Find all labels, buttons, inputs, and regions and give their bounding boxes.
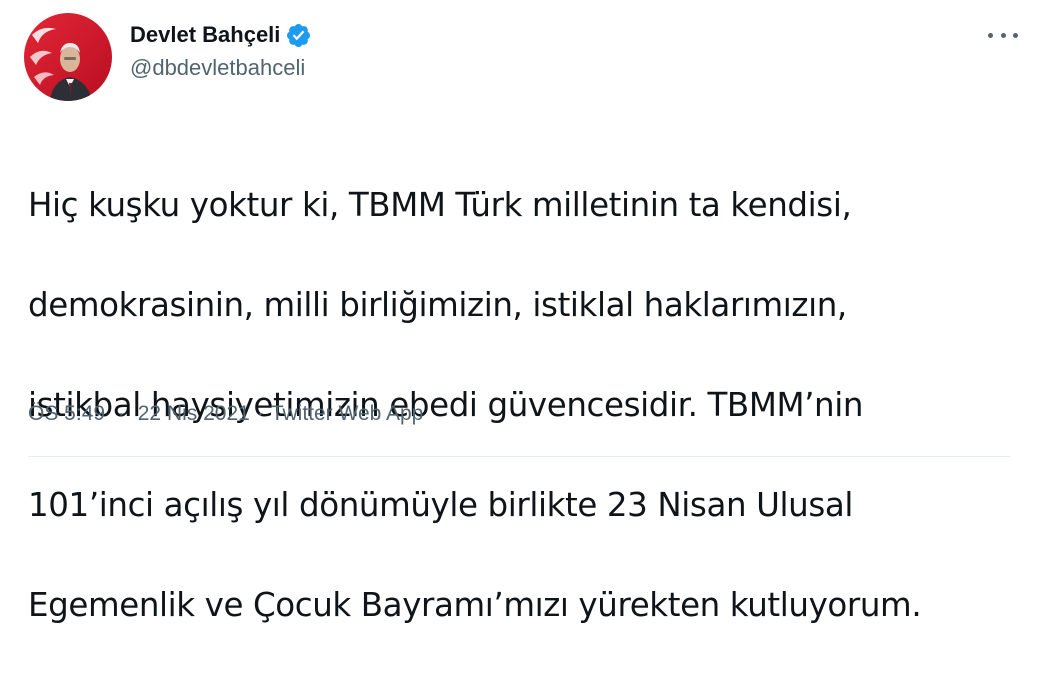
- avatar[interactable]: [24, 13, 112, 101]
- dot: [1000, 32, 1006, 38]
- tweet-text-line: 101’inci açılış yıl dönümüyle birlikte 2…: [28, 486, 854, 524]
- meta-separator: ·: [256, 402, 264, 425]
- display-name[interactable]: Devlet Bahçeli: [130, 22, 280, 48]
- avatar-image: [24, 13, 112, 101]
- divider: [28, 456, 1010, 457]
- dot: [1013, 32, 1018, 38]
- verified-badge-icon: [285, 22, 312, 49]
- tweet-time-link[interactable]: ÖS 5:49 · 22 Nis 2021: [28, 402, 250, 426]
- tweet-time: ÖS 5:49: [28, 402, 106, 425]
- more-options-icon[interactable]: [986, 24, 1020, 46]
- tweet-text-line: Egemenlik ve Çocuk Bayramı’mızı yürekten…: [28, 586, 922, 624]
- tweet-card: Devlet Bahçeli @dbdevletbahceli Hiç kuşk…: [0, 0, 1038, 624]
- tweet-source-link[interactable]: Twitter Web App: [271, 402, 424, 426]
- dot: [988, 32, 993, 38]
- name-row: Devlet Bahçeli: [130, 20, 312, 50]
- tweet-date: 22 Nis 2021: [137, 402, 250, 425]
- tweet-text-line: demokrasinin, milli birliğimizin, istikl…: [28, 286, 847, 324]
- author-block: Devlet Bahçeli @dbdevletbahceli: [130, 20, 312, 81]
- tweet-meta: ÖS 5:49 · 22 Nis 2021 · Twitter Web App: [28, 402, 423, 426]
- tweet-text-line: Hiç kuşku yoktur ki, TBMM Türk milletini…: [28, 186, 852, 224]
- meta-separator: ·: [117, 402, 125, 425]
- user-handle[interactable]: @dbdevletbahceli: [130, 55, 312, 81]
